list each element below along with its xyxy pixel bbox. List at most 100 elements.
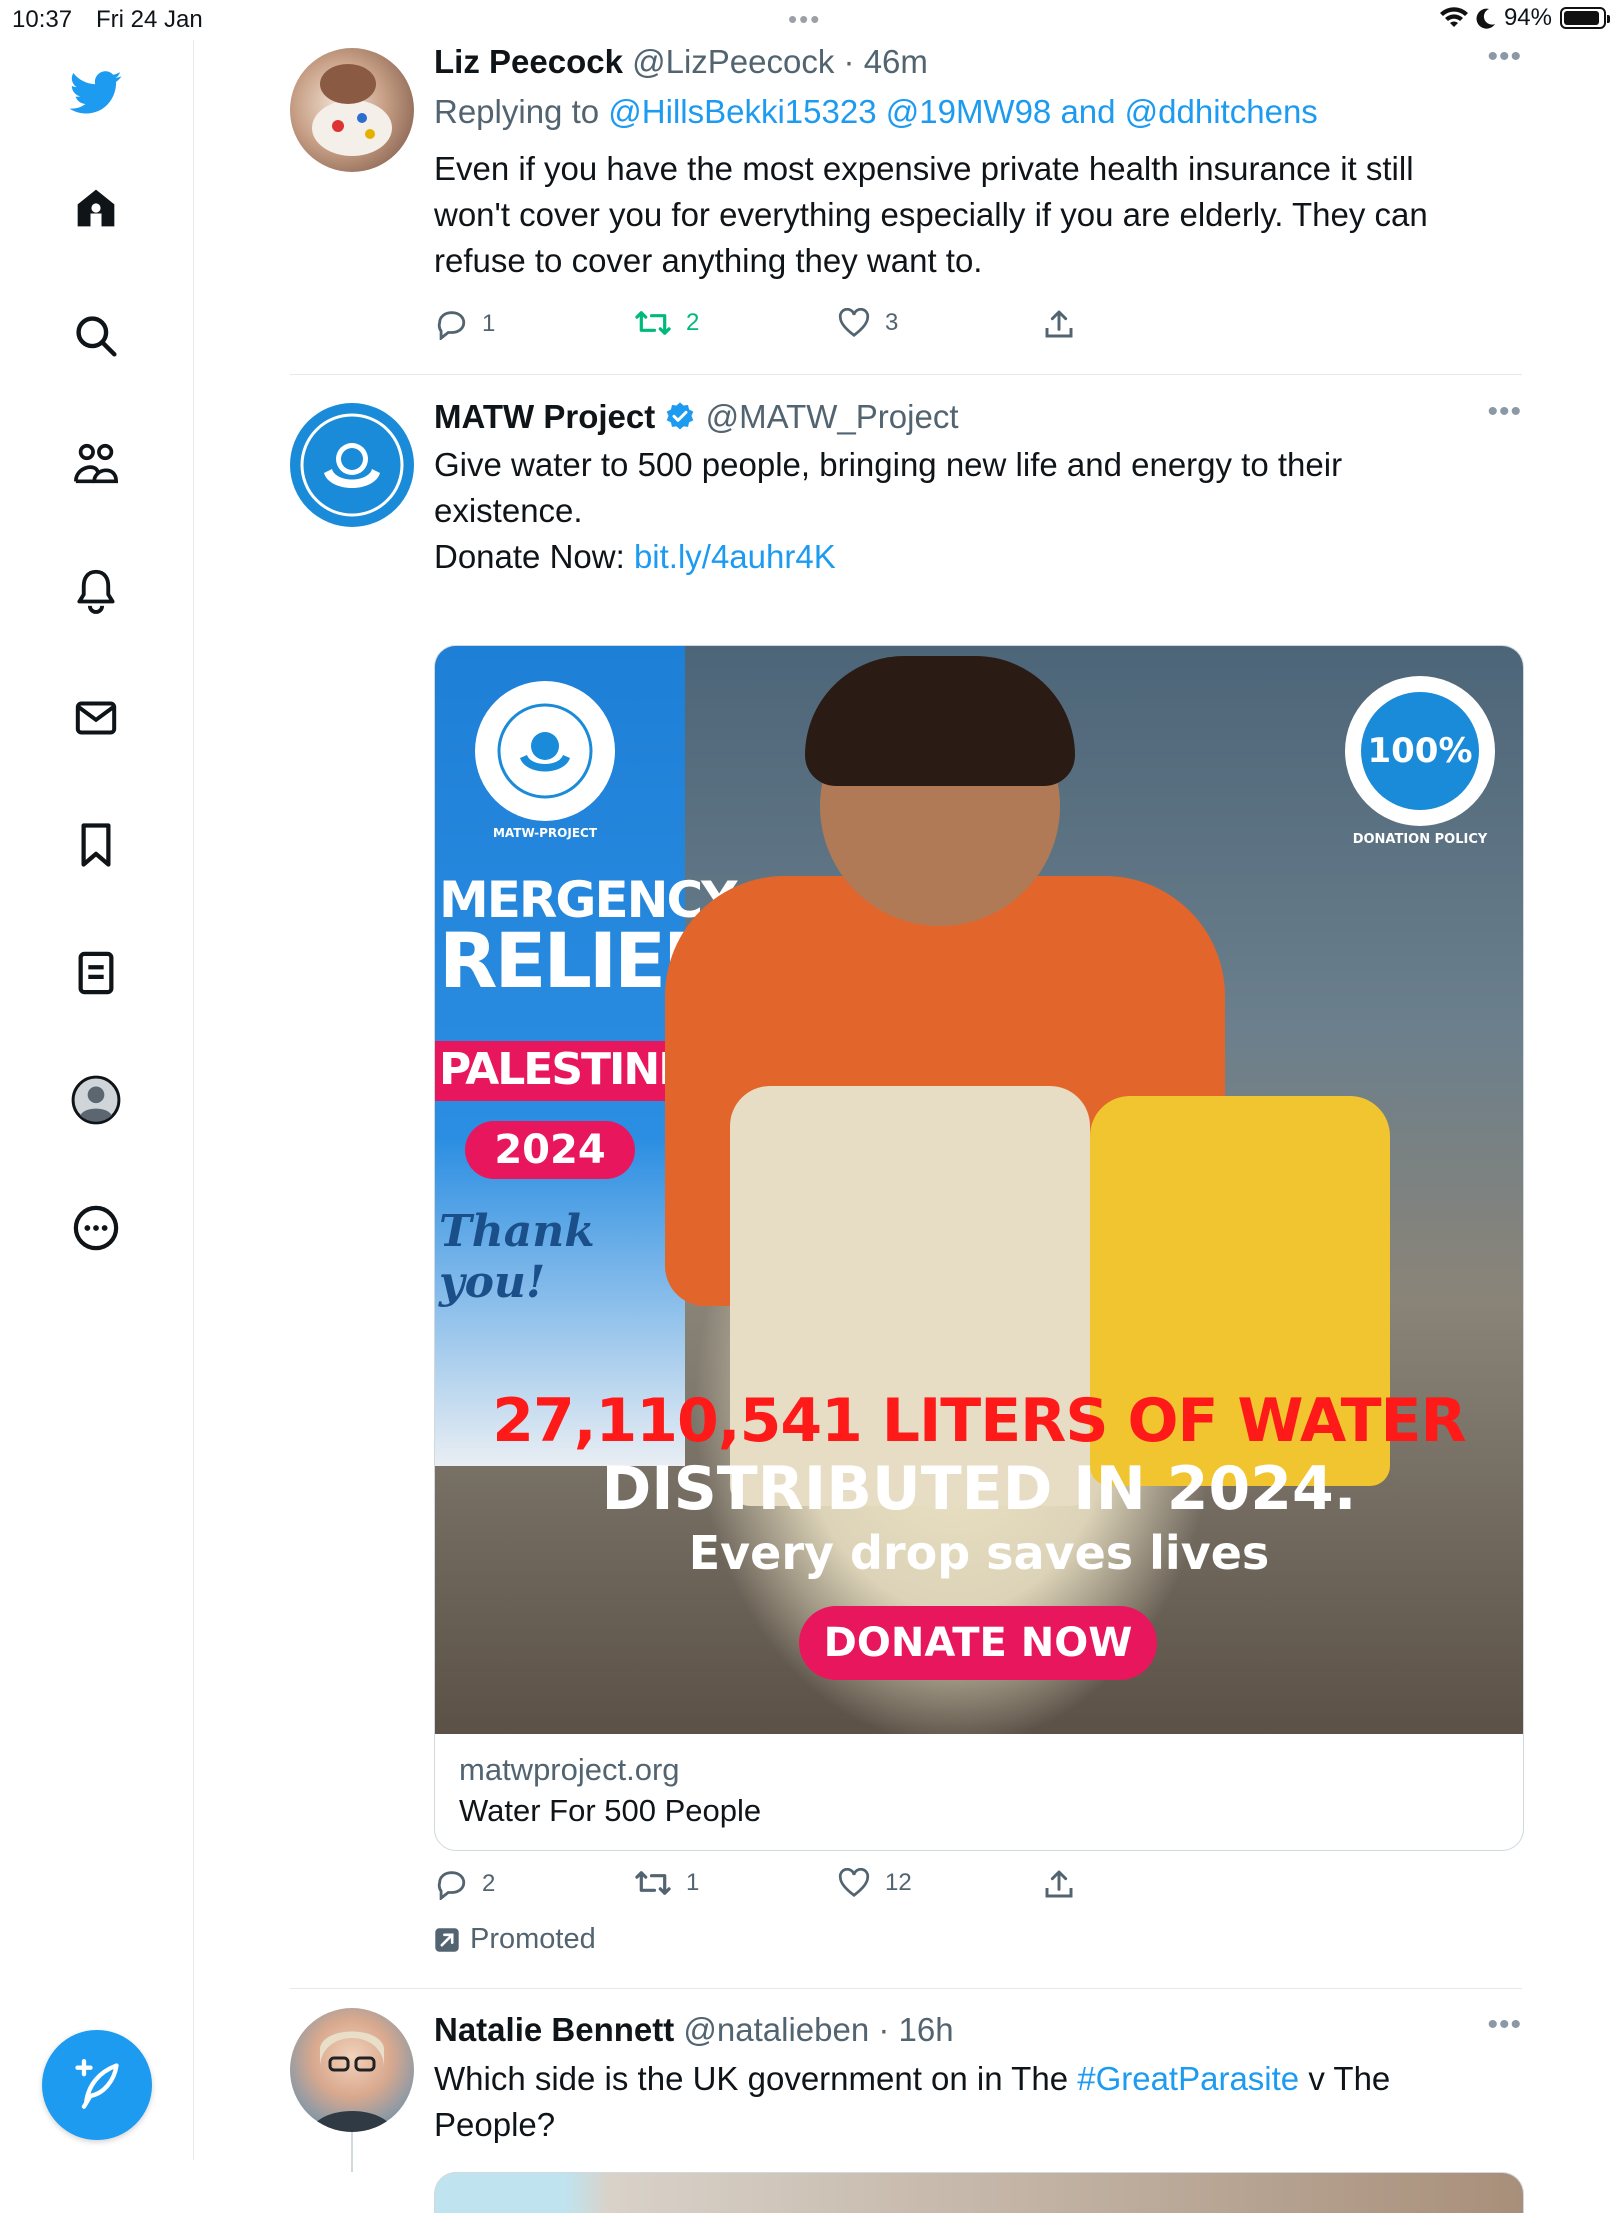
like-button[interactable]: 3 <box>837 308 898 338</box>
multitasking-dots-icon[interactable]: ••• <box>788 4 821 35</box>
card-meta[interactable]: matwproject.org Water For 500 People <box>435 1734 1523 1850</box>
like-count: 3 <box>885 309 899 336</box>
tweet-promoted[interactable]: MATW Project @MATW_Project ••• Give wate… <box>290 395 1524 1989</box>
replying-to: Replying to @HillsBekki15323 @19MW98 and… <box>434 90 1522 134</box>
card-image[interactable]: MERGENCY RELIEF PALESTINE 2024 Thank you… <box>435 646 1523 1734</box>
retweet-button[interactable]: 1 <box>634 1868 699 1898</box>
status-bar: 10:37 Fri 24 Jan ••• 94% <box>0 0 1620 40</box>
card-tagline: Every drop saves lives <box>688 1526 1270 1580</box>
reply-count: 1 <box>482 310 496 337</box>
card-subheadline: DISTRIBUTED IN 2024. <box>601 1454 1357 1524</box>
home-icon[interactable] <box>63 175 129 241</box>
retweet-button[interactable]: 2 <box>634 308 699 338</box>
retweet-icon <box>635 1871 671 1895</box>
lists-icon[interactable] <box>63 940 129 1006</box>
avatar[interactable] <box>290 2008 414 2132</box>
avatar[interactable] <box>290 48 414 172</box>
tweet-actions: 1 2 3 <box>434 308 1134 348</box>
more-options-icon[interactable]: ••• <box>1487 40 1522 74</box>
battery-fill <box>1564 11 1600 25</box>
donation-policy-badge: 100% <box>1345 676 1495 826</box>
heart-icon <box>838 308 870 337</box>
like-button[interactable]: 12 <box>837 1868 912 1898</box>
tweet-content: MATW Project @MATW_Project ••• Give wate… <box>434 395 1522 580</box>
retweet-icon <box>635 311 671 335</box>
profile-icon[interactable] <box>63 1067 129 1133</box>
card-logo-text: MATW-PROJECT <box>492 826 598 840</box>
tweet-divider <box>290 1988 1522 1989</box>
messages-icon[interactable] <box>63 685 129 751</box>
banner-year: 2024 <box>465 1121 635 1179</box>
donate-line: Donate Now: bit.ly/4auhr4K <box>434 534 1522 580</box>
more-icon[interactable] <box>63 1195 129 1261</box>
retweet-count: 2 <box>686 309 700 336</box>
timeline: Liz Peecock @LizPeecock · 46m ••• Replyi… <box>290 40 1524 2213</box>
author-handle[interactable]: @MATW_Project <box>706 398 959 435</box>
media-preview[interactable] <box>434 2172 1524 2213</box>
badge-caption: DONATION POLICY <box>1352 832 1488 847</box>
card-logo <box>475 681 615 821</box>
twitter-logo[interactable] <box>63 60 129 126</box>
promoted-label: Promoted <box>434 1923 596 1956</box>
card-domain: matwproject.org <box>459 1752 680 1787</box>
banner-thanks: Thank you! <box>439 1206 595 1308</box>
tweet-time[interactable]: · 16h <box>878 2011 953 2048</box>
reply-count: 2 <box>482 1870 496 1897</box>
verified-badge-icon <box>667 402 694 430</box>
author-handle[interactable]: @natalieben <box>683 2011 869 2048</box>
tweet[interactable]: Liz Peecock @LizPeecock · 46m ••• Replyi… <box>290 40 1522 375</box>
bookmarks-icon[interactable] <box>63 812 129 878</box>
badge-inner: 100% <box>1361 692 1479 810</box>
status-date: Fri 24 Jan <box>96 6 203 33</box>
status-right: 94% <box>1439 4 1610 32</box>
retweet-count: 1 <box>686 1869 700 1896</box>
promoted-text: Promoted <box>470 1923 596 1955</box>
tweet-actions: 2 1 12 <box>434 1868 1134 1908</box>
battery-icon <box>1560 7 1610 29</box>
compose-tweet-button[interactable] <box>42 2030 152 2140</box>
donate-label: Donate Now: <box>434 538 625 575</box>
thread-line <box>351 2132 353 2172</box>
avatar[interactable] <box>290 403 414 527</box>
share-icon <box>1045 310 1073 338</box>
matw-logo-icon <box>497 703 593 799</box>
share-button[interactable] <box>1044 1868 1074 1900</box>
communities-icon[interactable] <box>63 430 129 496</box>
badge-percent: 100% <box>1367 731 1473 771</box>
replying-handles[interactable]: @HillsBekki15323 @19MW98 and @ddhitchens <box>608 93 1318 130</box>
avatar-image <box>310 2031 394 2132</box>
like-count: 12 <box>885 1869 912 1896</box>
reply-button[interactable]: 1 <box>434 308 495 340</box>
status-time: 10:37 <box>12 6 73 33</box>
card-donate-button[interactable]: DONATE NOW <box>799 1606 1157 1680</box>
card-title: Water For 500 People <box>459 1793 762 1828</box>
wifi-icon <box>1439 7 1468 27</box>
promoted-icon <box>435 1927 459 1952</box>
search-icon[interactable] <box>63 303 129 369</box>
tweet-content: Natalie Bennett @natalieben · 16h ••• Wh… <box>434 2008 1522 2148</box>
heart-icon <box>838 1868 870 1897</box>
more-options-icon[interactable]: ••• <box>1487 2008 1522 2042</box>
tweet-header: Liz Peecock @LizPeecock · 46m <box>434 40 1522 84</box>
more-options-icon[interactable]: ••• <box>1487 395 1522 429</box>
hashtag-link[interactable]: #GreatParasite <box>1077 2060 1299 2097</box>
share-button[interactable] <box>1044 308 1074 340</box>
reply-button[interactable]: 2 <box>434 1868 495 1900</box>
author-name[interactable]: Natalie Bennett <box>434 2011 674 2048</box>
tweet-header: Natalie Bennett @natalieben · 16h <box>434 2008 1522 2052</box>
tweet-divider <box>290 374 1522 375</box>
author-name[interactable]: Liz Peecock <box>434 43 623 80</box>
link-card[interactable]: MERGENCY RELIEF PALESTINE 2024 Thank you… <box>434 645 1524 1851</box>
card-banner: MERGENCY RELIEF PALESTINE 2024 Thank you… <box>435 646 737 1466</box>
tweet-time[interactable]: · 46m <box>844 43 928 80</box>
reply-icon <box>437 1871 466 1900</box>
author-handle[interactable]: @LizPeecock <box>632 43 834 80</box>
tweet[interactable]: Natalie Bennett @natalieben · 16h ••• Wh… <box>290 2008 1524 2213</box>
notifications-icon[interactable] <box>63 558 129 624</box>
tweet-text: Even if you have the most expensive priv… <box>434 150 1428 279</box>
card-headline: 27,110,541 LITERS OF WATER <box>492 1386 1467 1456</box>
tweet-text: Give water to 500 people, bringing new l… <box>434 446 1343 529</box>
share-icon <box>1045 1870 1073 1898</box>
donate-link[interactable]: bit.ly/4auhr4K <box>634 538 836 575</box>
author-name[interactable]: MATW Project <box>434 398 655 435</box>
